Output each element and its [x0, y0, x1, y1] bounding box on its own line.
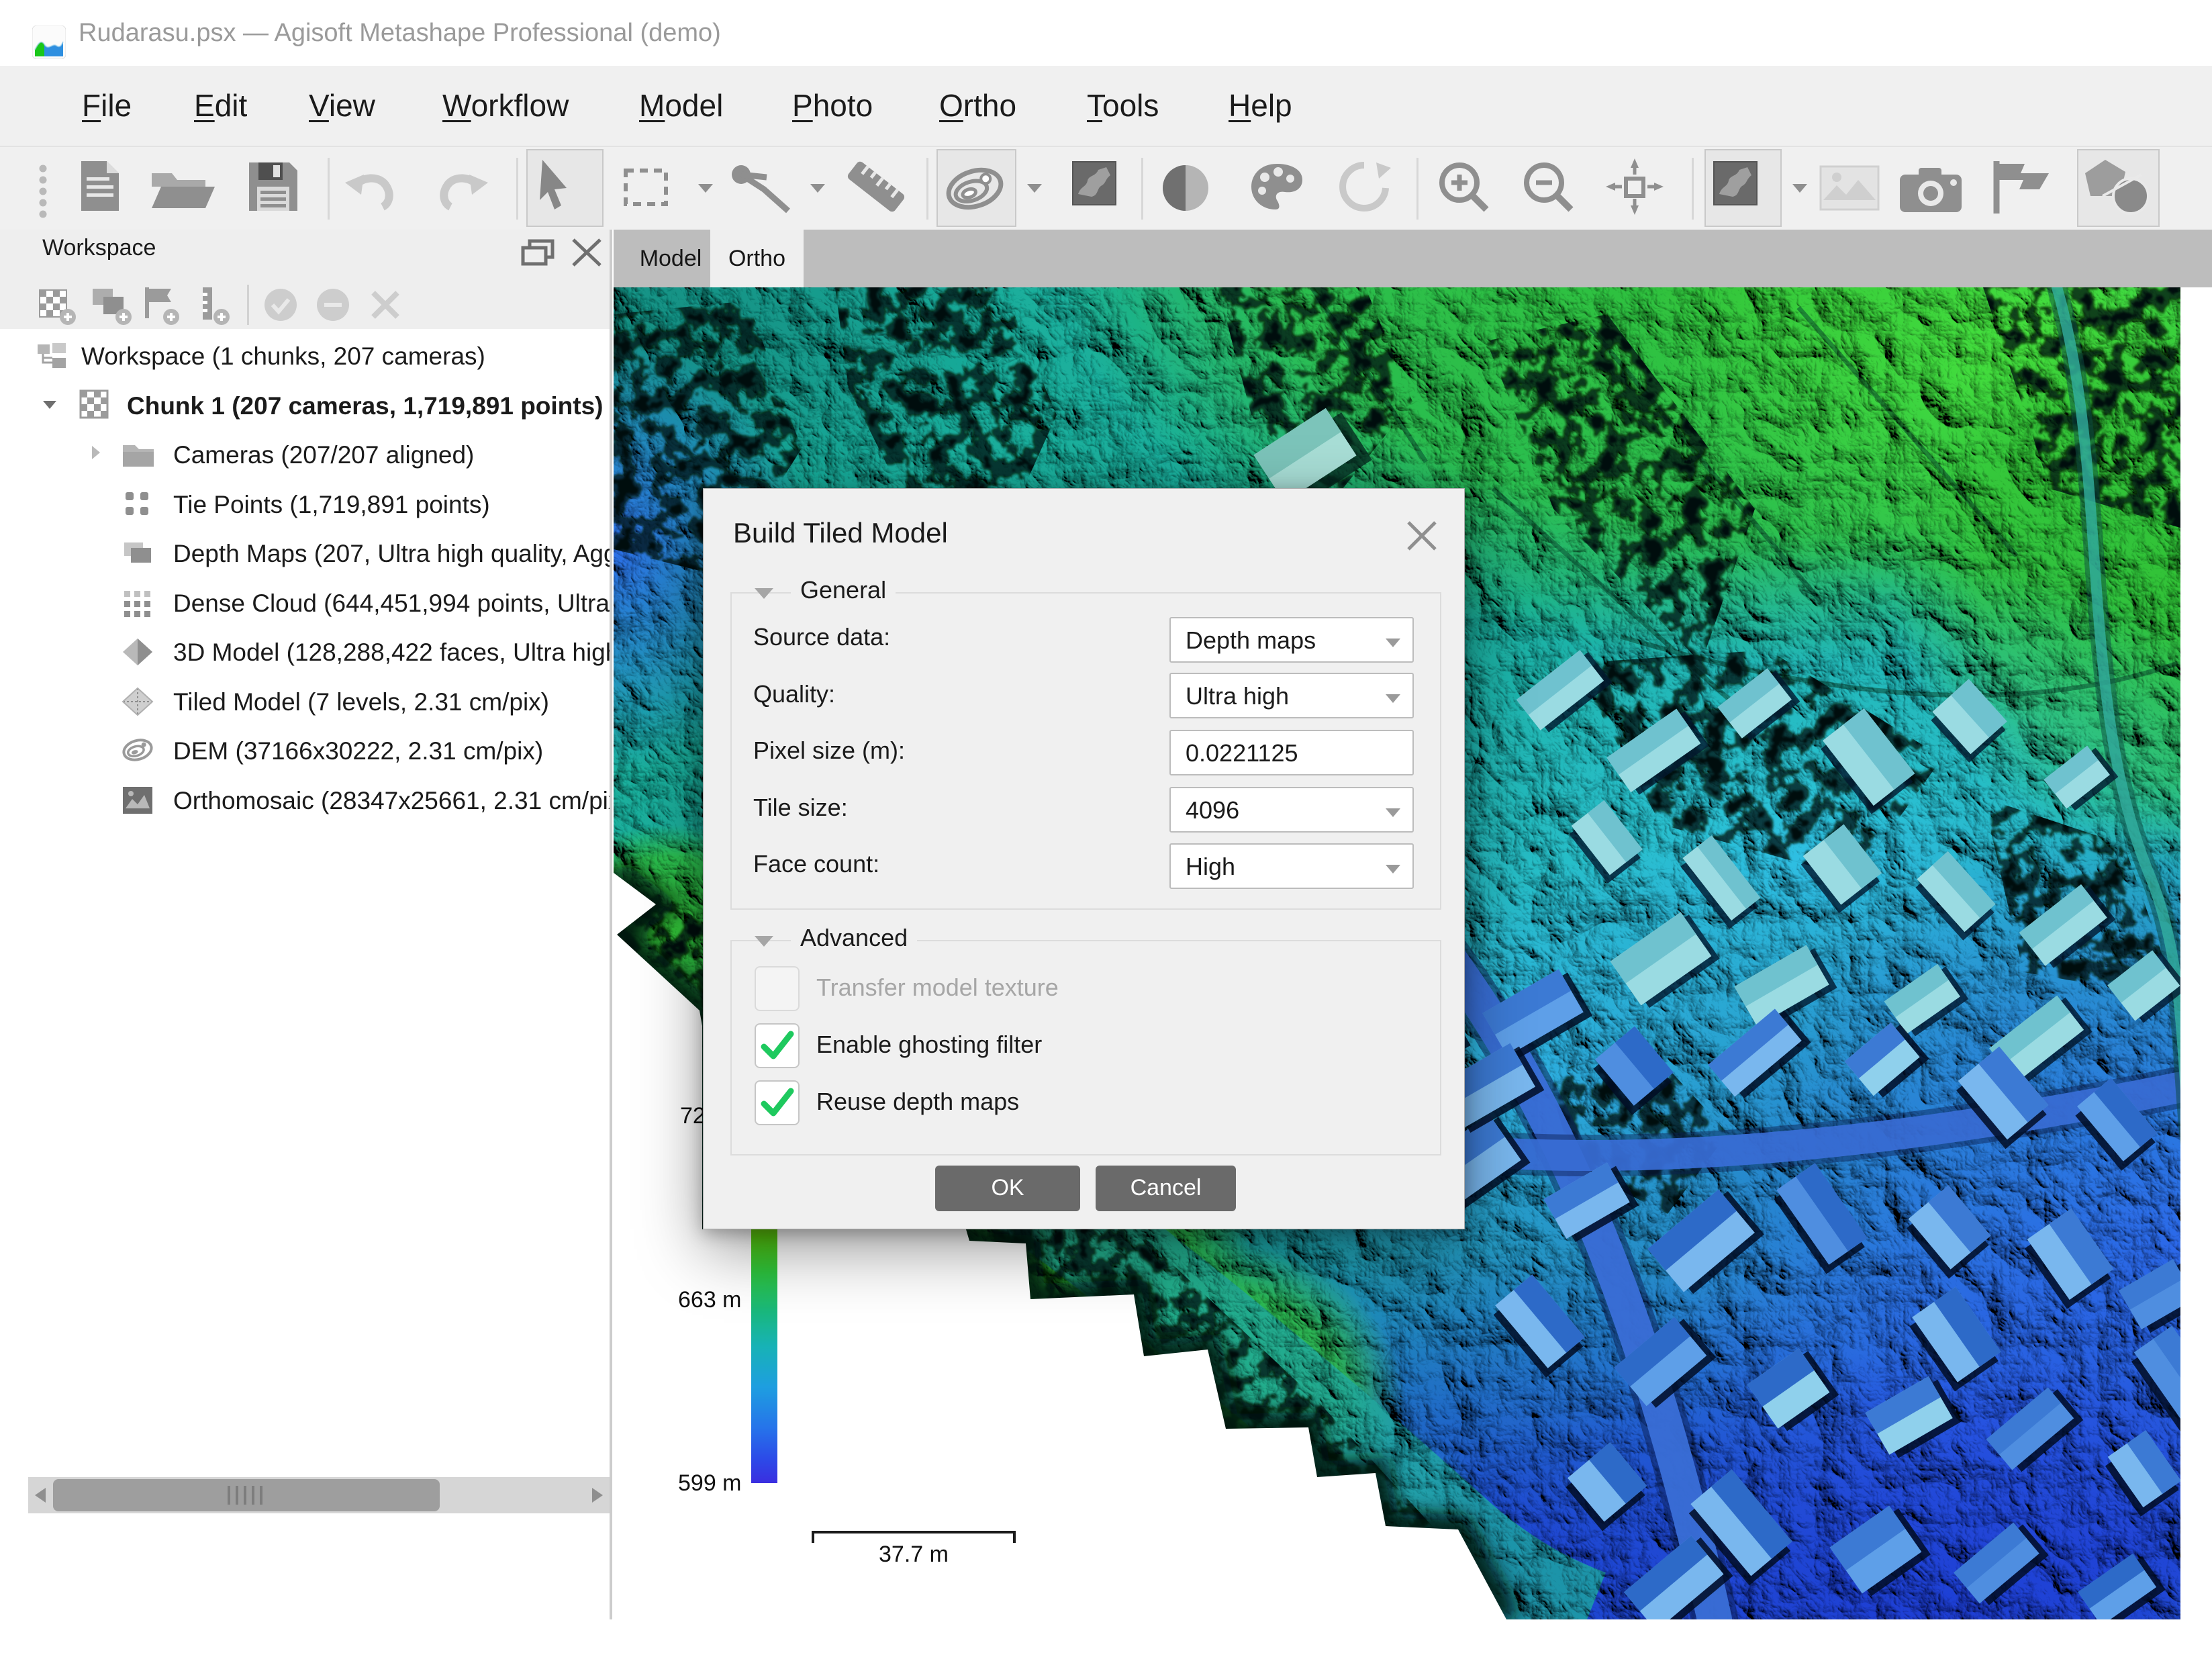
svg-text:37.7 m: 37.7 m [879, 1542, 949, 1567]
